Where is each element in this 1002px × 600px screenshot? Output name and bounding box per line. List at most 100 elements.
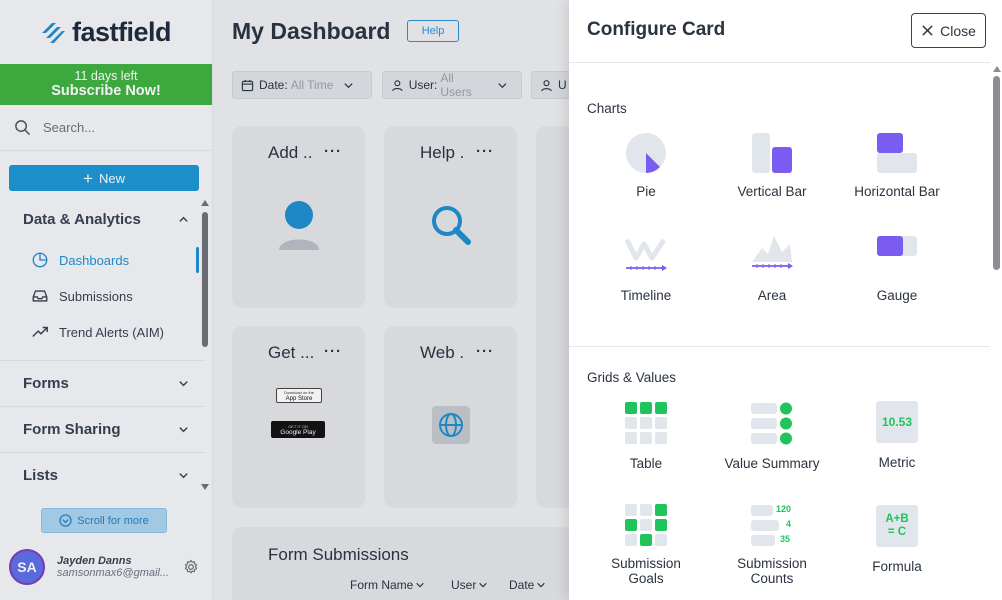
gear-icon[interactable] [183, 559, 199, 575]
panel-scrollbar[interactable] [993, 76, 1000, 270]
chart-option-area[interactable]: Area [709, 234, 835, 303]
count-value: 35 [780, 534, 791, 544]
chart-option-gauge[interactable]: Gauge [834, 234, 960, 303]
filter-key: User: [408, 78, 438, 92]
metric-icon: 10.53 [876, 401, 918, 443]
card-title: Add .. [268, 143, 313, 162]
sidebar-scrollbar[interactable] [202, 212, 208, 347]
chevron-down-icon [498, 82, 507, 88]
option-label: Timeline [620, 288, 672, 303]
nav-section-label: Data & Analytics [23, 210, 141, 228]
scroll-up-arrow[interactable] [201, 200, 209, 206]
column-header-date[interactable]: Date [509, 578, 546, 592]
option-label: Horizontal Bar [854, 184, 940, 199]
sidebar-item-label: Submissions [59, 288, 133, 304]
close-button[interactable]: Close [911, 13, 986, 48]
sidebar-item-dashboards[interactable]: Dashboards [0, 245, 205, 275]
chart-option-pie[interactable]: Pie [583, 131, 709, 199]
user-email: samsonmax6@gmail... [57, 567, 170, 579]
globe-tile [432, 406, 470, 444]
section-label-charts: Charts [587, 101, 627, 116]
filter-value: All Users [440, 71, 472, 99]
subscribe-now-link[interactable]: Subscribe Now! [0, 83, 212, 100]
globe-icon [439, 413, 463, 437]
logo[interactable]: fastfield [0, 0, 212, 64]
date-filter[interactable]: Date: All Time [232, 71, 372, 99]
nav-section-lists[interactable]: Lists [0, 453, 205, 497]
search-box[interactable]: Search... [0, 105, 212, 151]
chart-option-timeline[interactable]: Timeline [583, 234, 709, 303]
chart-option-vertical-bar[interactable]: Vertical Bar [709, 131, 835, 199]
card-menu-icon[interactable]: ··· [324, 343, 342, 360]
chevron-down-icon [179, 380, 188, 386]
grid-option-formula[interactable]: A+B = C Formula [834, 505, 960, 574]
count-value: 4 [786, 519, 792, 529]
magnifier-icon [432, 206, 471, 245]
sidebar-item-label: Dashboards [59, 252, 130, 268]
avatar[interactable]: SA [9, 549, 45, 585]
form-submissions-card[interactable]: Form Submissions Form Name User Date [232, 527, 569, 600]
dashboard-card-web[interactable]: Web . ··· [384, 326, 517, 508]
trial-banner[interactable]: 11 days left Subscribe Now! [0, 64, 212, 105]
card-menu-icon[interactable]: ··· [476, 143, 494, 160]
column-header-form-name[interactable]: Form Name [350, 578, 425, 592]
dashboard-main: My Dashboard Help Date: All Time User: A… [213, 0, 569, 600]
user-profile[interactable]: SA Jayden Danns samsonmax6@gmail... [0, 544, 213, 590]
chevron-down-icon [537, 582, 546, 588]
nav-section-label: Lists [23, 466, 59, 484]
new-button[interactable]: + New [9, 165, 199, 191]
formula-icon: A+B = C [876, 505, 918, 547]
section-label-grids-values: Grids & Values [587, 370, 677, 385]
dashboard-card-help[interactable]: Help . ··· [384, 126, 517, 308]
nav-section-label: Form Sharing [23, 420, 121, 438]
trial-days-left: 11 days left [74, 69, 138, 83]
column-label: Date [509, 578, 535, 592]
dashboard-card-add[interactable]: Add .. ··· [232, 126, 365, 308]
card-menu-icon[interactable]: ··· [324, 143, 342, 160]
nav-section-label: Forms [23, 374, 69, 392]
submission-goals-icon [625, 504, 667, 546]
user-filter[interactable]: User: All Users [382, 71, 522, 99]
dashboard-card-partial[interactable] [536, 126, 569, 508]
badge-text: App Store [285, 395, 313, 402]
trend-up-icon [32, 326, 48, 338]
sidebar-item-submissions[interactable]: Submissions [0, 281, 205, 311]
page-title: My Dashboard [232, 18, 391, 44]
nav-section-forms[interactable]: Forms [0, 361, 205, 405]
logo-text: fastfield [72, 16, 172, 47]
scroll-for-more-button[interactable]: Scroll for more [41, 508, 167, 533]
chevron-down-icon [179, 426, 188, 432]
option-label: Pie [636, 184, 656, 199]
sidebar-item-trend-alerts[interactable]: Trend Alerts (AIM) [0, 317, 205, 347]
google-play-badge[interactable]: GET IT ON Google Play [271, 421, 325, 438]
user-info: Jayden Danns samsonmax6@gmail... [57, 555, 175, 579]
panel-title: Configure Card [587, 19, 726, 40]
option-label: Area [757, 288, 787, 303]
nav-section-data-analytics[interactable]: Data & Analytics [0, 197, 205, 241]
card-menu-icon[interactable]: ··· [476, 343, 494, 360]
scroll-down-arrow[interactable] [201, 484, 209, 490]
column-header-user[interactable]: User [451, 578, 488, 592]
search-input[interactable]: Search... [43, 120, 95, 135]
count-value: 120 [776, 504, 792, 514]
app-store-badge[interactable]: Download on the App Store [276, 388, 322, 403]
scroll-up-arrow[interactable] [993, 66, 1001, 72]
dashboard-card-get-app[interactable]: Get ... ··· Download on the App Store GE… [232, 326, 365, 508]
sidebar: fastfield 11 days left Subscribe Now! Se… [0, 0, 213, 600]
help-button[interactable]: Help [407, 20, 459, 42]
pie-chart-icon [32, 252, 48, 268]
user-icon [392, 79, 403, 91]
grid-option-submission-counts[interactable]: 120 4 35 Submission Counts [709, 503, 835, 586]
calendar-icon [241, 79, 254, 91]
card-title: Form Submissions [268, 545, 409, 564]
grid-option-submission-goals[interactable]: Submission Goals [583, 503, 709, 586]
user-icon [541, 79, 552, 91]
option-label: Submission [611, 556, 681, 571]
grid-option-metric[interactable]: 10.53 Metric [834, 401, 960, 470]
nav-section-form-sharing[interactable]: Form Sharing [0, 407, 205, 451]
divider [569, 62, 990, 63]
filter-third[interactable]: U [531, 71, 569, 99]
grid-option-table[interactable]: Table [583, 401, 709, 471]
chart-option-horizontal-bar[interactable]: Horizontal Bar [834, 131, 960, 199]
grid-option-value-summary[interactable]: Value Summary [709, 401, 835, 471]
